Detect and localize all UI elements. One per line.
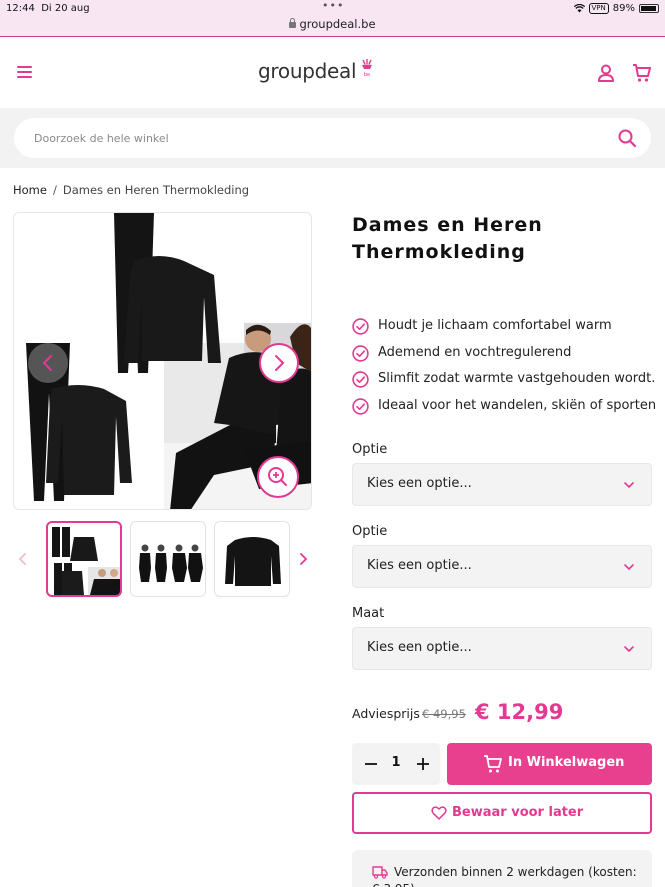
thumb-next-icon[interactable] — [297, 552, 309, 566]
price-label: Adviesprijs — [352, 706, 420, 721]
thumbnail-image — [139, 544, 203, 582]
url-bar[interactable]: groupdeal.be — [0, 17, 665, 31]
shipping-info: Verzonden binnen 2 werkdagen (kosten: € … — [352, 850, 652, 887]
status-time: 12:44 Di 20 aug — [6, 3, 90, 14]
chevron-down-icon — [624, 482, 634, 489]
zoom-button[interactable] — [257, 456, 299, 498]
thumb-prev-icon[interactable] — [17, 552, 29, 566]
thumbnail-image — [52, 527, 120, 595]
user-icon[interactable] — [596, 63, 616, 83]
search-icon[interactable] — [617, 128, 637, 148]
status-indicators: VPN 89% — [573, 3, 659, 14]
svg-text:be: be — [364, 72, 370, 77]
search-bar — [0, 108, 665, 168]
chevron-down-icon — [624, 564, 634, 571]
quantity-stepper: 1 — [352, 743, 440, 785]
size-value: Kies een optie... — [367, 640, 472, 655]
breadcrumb-home[interactable]: Home — [13, 183, 47, 197]
logo[interactable]: groupdeal — [258, 59, 357, 83]
option-1-value: Kies een optie... — [367, 476, 472, 491]
search-box[interactable] — [14, 118, 651, 158]
size-select[interactable]: Kies een optie... — [352, 627, 652, 670]
battery-percent: 89% — [612, 3, 635, 14]
thumbnail-3[interactable] — [214, 521, 290, 597]
product-title: Dames en Heren Thermokleding — [352, 214, 543, 263]
save-for-later-label: Bewaar voor later — [452, 805, 584, 820]
wifi-icon — [573, 4, 585, 13]
heart-icon — [431, 806, 447, 820]
feature-item: Ideaal voor het wandelen, skiën of sport… — [352, 396, 656, 423]
feature-item: Houdt je lichaam comfortabel warm — [352, 316, 652, 343]
option-1-select[interactable]: Kies een optie... — [352, 463, 652, 506]
zoom-in-icon — [268, 467, 287, 486]
feature-item: Ademend en vochtregulerend — [352, 343, 652, 370]
tab-dots[interactable]: ••• — [322, 0, 344, 12]
product-main-image[interactable] — [13, 212, 312, 510]
quantity-value[interactable]: 1 — [390, 755, 402, 770]
feature-list: Houdt je lichaam comfortabel warm Ademen… — [352, 316, 656, 423]
size-label: Maat — [352, 606, 385, 621]
image-next-button[interactable] — [259, 343, 299, 383]
logo-mark-icon: be — [362, 59, 372, 77]
breadcrumb-current: Dames en Heren Thermokleding — [62, 183, 250, 197]
search-input[interactable] — [34, 118, 594, 158]
cart-icon[interactable] — [632, 63, 652, 83]
minus-icon[interactable] — [361, 754, 381, 774]
lock-icon — [289, 18, 297, 28]
site-header: groupdeal be — [0, 36, 665, 108]
thumbnail-image — [225, 537, 281, 586]
check-circle-icon — [352, 344, 369, 362]
option-2-value: Kies een optie... — [367, 558, 472, 573]
add-to-cart-label: In Winkelwagen — [508, 755, 625, 770]
thumbnail-2[interactable] — [130, 521, 206, 597]
old-price: € 49,95 — [422, 707, 466, 721]
add-to-cart-button[interactable]: In Winkelwagen — [447, 743, 652, 785]
plus-icon[interactable] — [413, 754, 433, 774]
chevron-right-icon — [275, 355, 285, 371]
shipping-text: Verzonden binnen 2 werkdagen (kosten: € … — [372, 865, 637, 887]
status-bar: 12:44 Di 20 aug ••• groupdeal.be VPN 89% — [0, 0, 665, 36]
chevron-left-icon — [42, 355, 52, 371]
menu-button[interactable] — [17, 66, 32, 78]
check-circle-icon — [352, 318, 369, 335]
feature-item: Slimfit zodat warmte vastgehouden wordt. — [352, 369, 655, 396]
option-1-label: Optie — [352, 442, 388, 457]
option-2-select[interactable]: Kies een optie... — [352, 545, 652, 588]
thumbnail-1[interactable] — [46, 521, 122, 597]
option-2-label: Optie — [352, 524, 388, 539]
thumbnail-strip — [13, 520, 315, 600]
check-circle-icon — [352, 397, 369, 415]
chevron-down-icon — [624, 646, 634, 653]
battery-icon — [639, 4, 659, 13]
save-for-later-button[interactable]: Bewaar voor later — [352, 792, 652, 834]
price-row: Adviesprijs € 49,95 € 12,99 — [352, 700, 652, 730]
check-circle-icon — [352, 371, 369, 388]
vpn-badge: VPN — [588, 3, 609, 14]
current-price: € 12,99 — [475, 700, 564, 724]
breadcrumb: Home / Dames en Heren Thermokleding — [13, 183, 250, 197]
cart-icon — [484, 755, 502, 773]
image-prev-button[interactable] — [28, 343, 68, 383]
